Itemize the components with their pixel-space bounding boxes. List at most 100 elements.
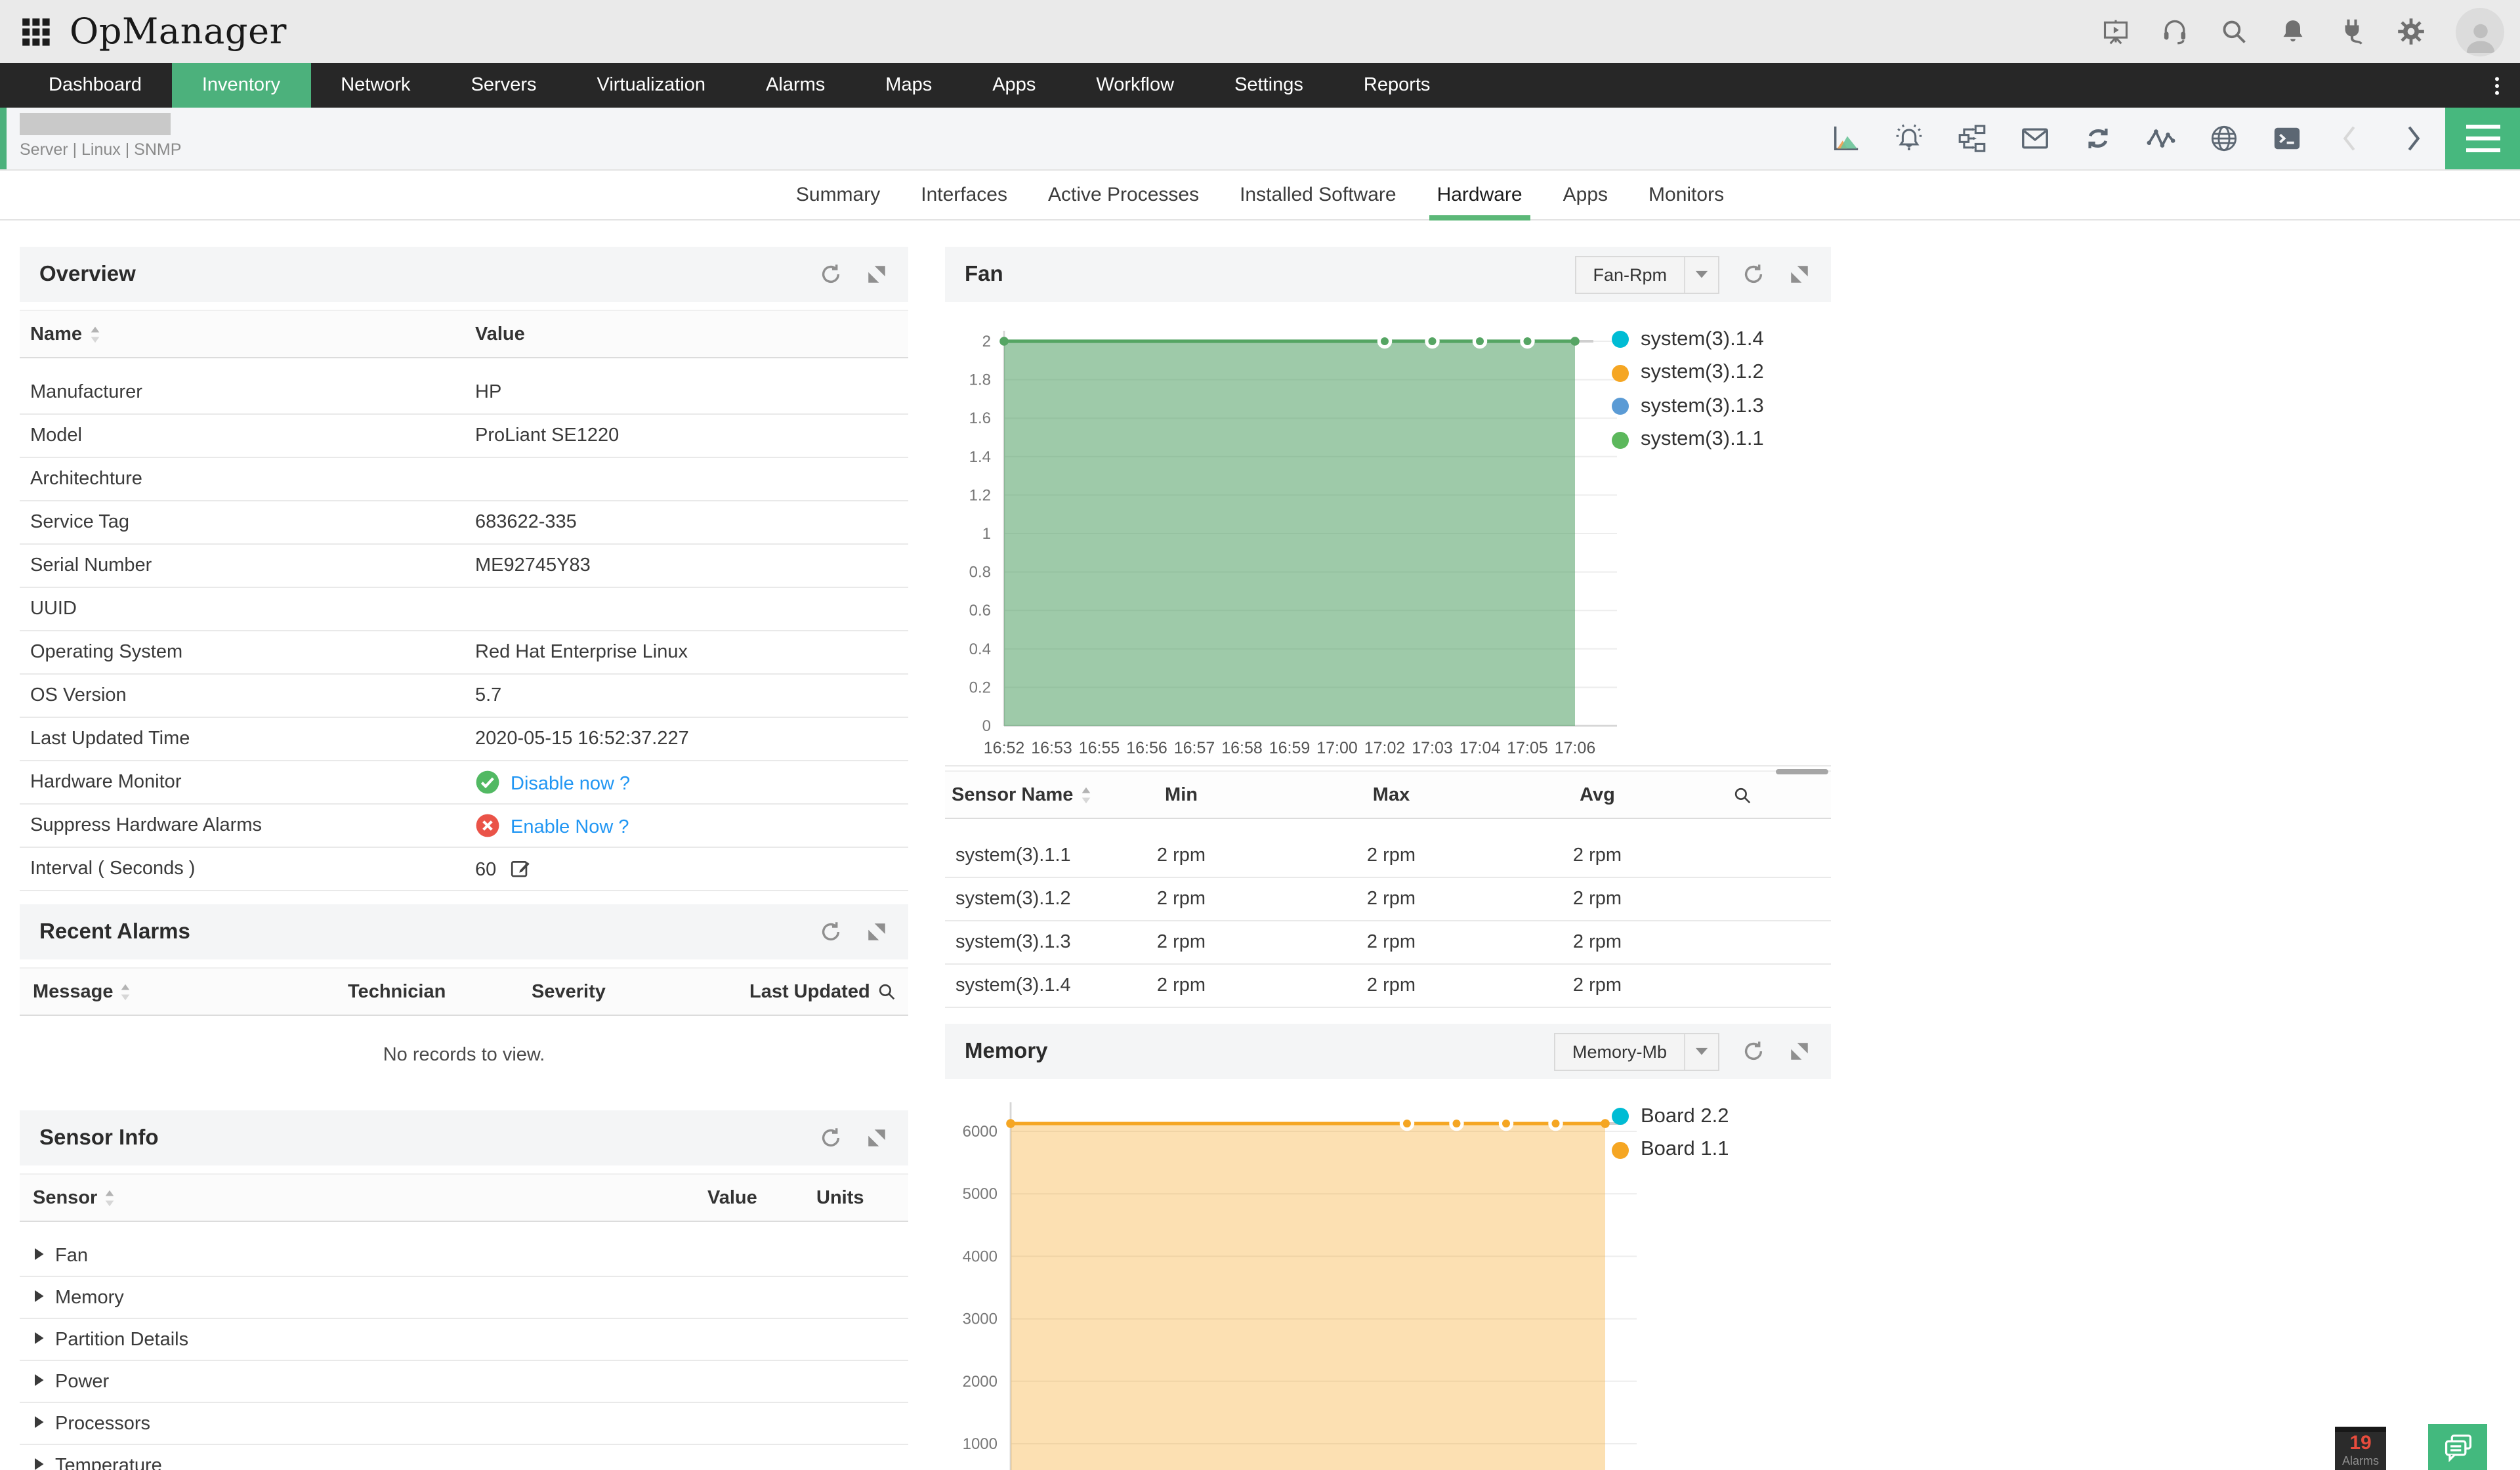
nav-item-alarms[interactable]: Alarms [736, 63, 855, 108]
tab-monitors[interactable]: Monitors [1646, 171, 1727, 219]
row-name: Manufacturer [30, 382, 142, 403]
sensor-group-row[interactable]: Processors [20, 1403, 908, 1445]
expand-icon[interactable] [865, 1126, 889, 1150]
device-menu-button[interactable] [2445, 108, 2520, 169]
fan-metric-dropdown[interactable]: Fan-Rpm [1574, 255, 1719, 293]
sensor-group-row[interactable]: Temperature [20, 1445, 908, 1470]
nav-item-workflow[interactable]: Workflow [1066, 63, 1204, 108]
nav-item-inventory[interactable]: Inventory [172, 63, 310, 108]
row-value-text: ME92745Y83 [475, 555, 591, 576]
search-icon[interactable] [877, 982, 896, 1001]
tab-installed-software[interactable]: Installed Software [1237, 171, 1398, 219]
sort-icon[interactable] [1080, 786, 1091, 804]
legend-item[interactable]: Board 2.2 [1612, 1100, 1729, 1133]
row-value-text[interactable]: Enable Now ? [511, 817, 629, 838]
nav-item-maps[interactable]: Maps [855, 63, 962, 108]
stat-cell: 2 rpm [1551, 845, 1643, 866]
device-identity: Server | Linux | SNMP [0, 108, 181, 169]
expand-icon[interactable] [1788, 1040, 1811, 1063]
stat-cell: 2 rpm [1135, 889, 1227, 910]
row-value-text: HP [475, 382, 501, 403]
alarms-col-message[interactable]: Message [33, 981, 132, 1002]
sort-icon[interactable] [120, 982, 132, 1001]
nav-item-reports[interactable]: Reports [1334, 63, 1461, 108]
tab-hardware[interactable]: Hardware [1435, 171, 1525, 219]
svg-text:0.2: 0.2 [969, 679, 991, 696]
search-icon[interactable] [2219, 17, 2248, 46]
tab-apps[interactable]: Apps [1561, 171, 1610, 219]
nav-item-virtualization[interactable]: Virtualization [567, 63, 736, 108]
legend-label: system(3).1.4 [1641, 328, 1764, 352]
sensor-group-row[interactable]: Partition Details [20, 1319, 908, 1361]
nav-item-apps[interactable]: Apps [962, 63, 1066, 108]
tab-active-processes[interactable]: Active Processes [1045, 171, 1202, 219]
nav-item-dashboard[interactable]: Dashboard [18, 63, 172, 108]
refresh-icon[interactable] [819, 1126, 843, 1150]
web-globe-icon[interactable] [2209, 123, 2239, 154]
row-name: Last Updated Time [30, 728, 190, 749]
sort-icon[interactable] [104, 1188, 116, 1207]
monitor-pulse-icon[interactable] [2146, 123, 2176, 154]
stats-col-max: Max [1345, 784, 1437, 805]
expand-icon[interactable] [1788, 262, 1811, 286]
integrations-plug-icon[interactable] [2338, 17, 2366, 46]
chevron-right-icon[interactable] [2398, 123, 2428, 154]
rediscover-sync-icon[interactable] [2083, 123, 2113, 154]
refresh-icon[interactable] [1742, 262, 1765, 286]
terminal-icon[interactable] [2272, 123, 2302, 154]
search-icon[interactable] [1732, 785, 1752, 805]
tab-summary[interactable]: Summary [793, 171, 883, 219]
training-presentation-icon[interactable] [2101, 17, 2130, 46]
legend-dot [1612, 1108, 1629, 1125]
nav-item-settings[interactable]: Settings [1204, 63, 1334, 108]
sensor-group-label: Power [55, 1371, 109, 1392]
mail-icon[interactable] [2020, 123, 2050, 154]
edit-icon[interactable] [509, 857, 532, 879]
sensor-group-row[interactable]: Memory [20, 1277, 908, 1319]
sensor-group-row[interactable]: Fan [20, 1235, 908, 1277]
sensor-group-row[interactable]: Power [20, 1361, 908, 1403]
topbar-icons [2101, 7, 2504, 56]
refresh-icon[interactable] [1742, 1040, 1765, 1063]
user-avatar[interactable] [2456, 7, 2504, 56]
fan-panel: Fan Fan-Rpm 00.20.40.60.811.21.41.61.821… [945, 247, 1831, 1008]
workflow-icon[interactable] [1957, 123, 1987, 154]
tab-interfaces[interactable]: Interfaces [918, 171, 1010, 219]
settings-gear-icon[interactable] [2397, 17, 2426, 46]
row-value-text[interactable]: Disable now ? [511, 774, 630, 795]
legend-item[interactable]: system(3).1.3 [1612, 390, 1764, 423]
legend-item[interactable]: Board 1.1 [1612, 1133, 1729, 1167]
row-name: Suppress Hardware Alarms [30, 815, 262, 836]
chat-support-button[interactable] [2428, 1424, 2487, 1470]
svg-text:1.4: 1.4 [969, 448, 991, 466]
horizontal-scrollbar[interactable] [1776, 769, 1828, 774]
legend-item[interactable]: system(3).1.1 [1612, 423, 1764, 457]
sensor-col-sensor[interactable]: Sensor [33, 1187, 116, 1208]
legend-item[interactable]: system(3).1.4 [1612, 323, 1764, 356]
expand-icon[interactable] [865, 920, 889, 944]
hardware-alarm-bell-icon[interactable] [1894, 123, 1924, 154]
app-grid-icon[interactable] [20, 15, 52, 48]
support-headset-icon[interactable] [2160, 17, 2189, 46]
nav-item-network[interactable]: Network [310, 63, 440, 108]
overview-rows: ManufacturerHPModelProLiant SE1220Archit… [20, 371, 908, 891]
sensor-group-cell: Power [33, 1371, 109, 1392]
legend-item[interactable]: system(3).1.2 [1612, 356, 1764, 390]
nav-kebab-icon[interactable] [2486, 63, 2512, 108]
svg-text:17:05: 17:05 [1507, 739, 1548, 757]
overview-col-name[interactable]: Name [30, 324, 100, 345]
alarm-count-widget[interactable]: 19 Alarms [2335, 1427, 2386, 1470]
stats-col-sensorname[interactable]: Sensor Name [952, 784, 1091, 805]
memory-legend: Board 2.2Board 1.1 [1612, 1100, 1729, 1167]
sort-icon[interactable] [89, 325, 100, 343]
svg-text:0: 0 [982, 717, 991, 735]
row-value: 2020-05-15 16:52:37.227 [475, 728, 689, 749]
notifications-bell-icon[interactable] [2278, 17, 2307, 46]
memory-metric-dropdown[interactable]: Memory-Mb [1554, 1032, 1719, 1070]
expand-icon[interactable] [865, 262, 889, 286]
row-name: Model [30, 425, 82, 446]
performance-graph-icon[interactable] [1831, 123, 1861, 154]
refresh-icon[interactable] [819, 262, 843, 286]
nav-item-servers[interactable]: Servers [441, 63, 567, 108]
refresh-icon[interactable] [819, 920, 843, 944]
